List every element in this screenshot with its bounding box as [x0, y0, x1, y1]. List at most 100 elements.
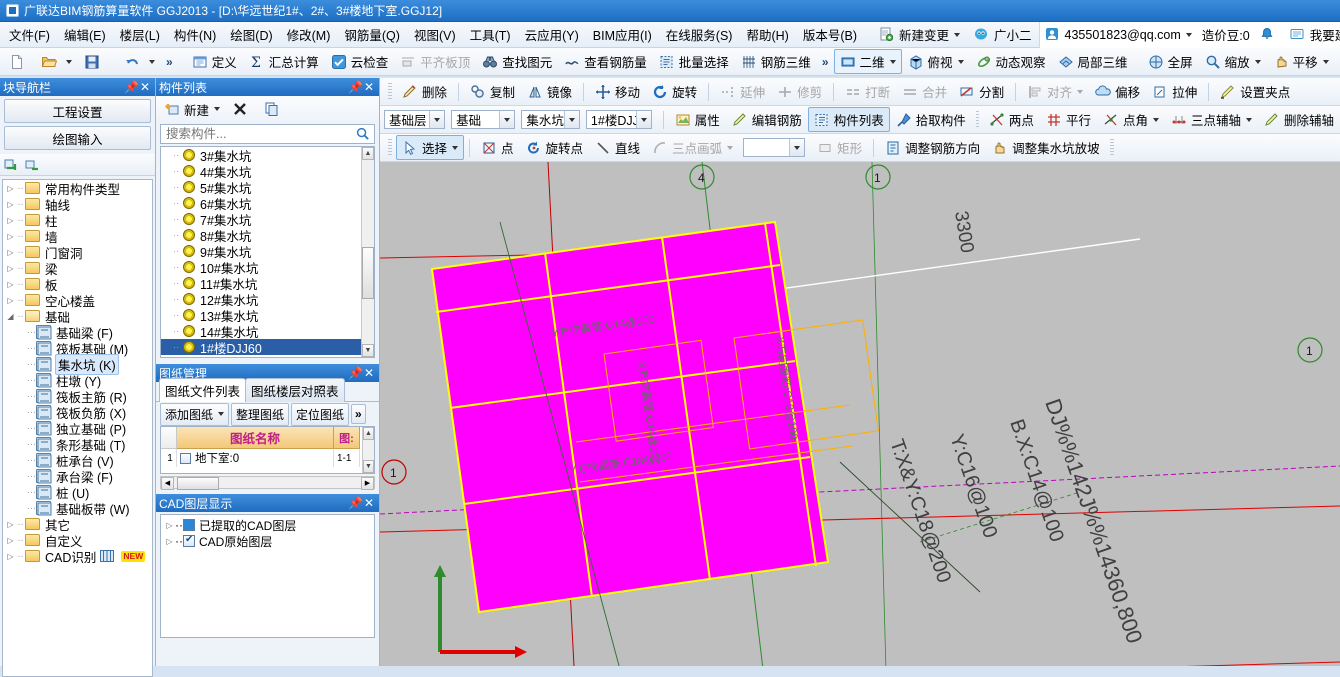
- line-button[interactable]: 直线: [589, 135, 646, 160]
- point-angle-button[interactable]: 点角: [1097, 107, 1165, 132]
- expand-arrow-icon[interactable]: ▷: [5, 216, 16, 225]
- select-chevron-down-icon[interactable]: [452, 145, 459, 150]
- component-name-combo-chevron-down-icon[interactable]: [635, 111, 651, 128]
- screen-rotate-button[interactable]: 屏幕旋转: [1335, 49, 1340, 74]
- search-icon[interactable]: [355, 126, 371, 142]
- summary-calc-button[interactable]: Σ 汇总计算: [243, 49, 325, 74]
- project-settings-button[interactable]: 工程设置: [4, 99, 151, 123]
- nav-tree-item[interactable]: ▷ ·· 空心楼盖: [3, 292, 152, 309]
- nav-tree-item[interactable]: ▷ ·· 柱: [3, 212, 152, 229]
- nav-tree-item[interactable]: ▷ ·· CAD识别 NEW: [3, 548, 152, 565]
- notification-item[interactable]: [1255, 23, 1285, 47]
- menu-modify[interactable]: 修改(M): [280, 21, 338, 48]
- list-item[interactable]: ·· 8#集水坑: [161, 227, 361, 244]
- view-2d-button[interactable]: 二维: [833, 49, 902, 74]
- zoom-chevron-down-icon[interactable]: [1254, 59, 1261, 64]
- top-view-button[interactable]: 俯视: [902, 49, 970, 74]
- menu-floor[interactable]: 楼层(L): [113, 21, 167, 48]
- set-grip-button[interactable]: 设置夹点: [1214, 79, 1296, 104]
- expand-arrow-icon[interactable]: ▷: [5, 296, 16, 305]
- hscroll-right-icon[interactable]: ▶: [361, 477, 374, 490]
- zoom-button[interactable]: 缩放: [1199, 49, 1267, 74]
- copy-component-button[interactable]: [260, 99, 288, 119]
- new-component-button[interactable]: 新建: [160, 98, 224, 121]
- tab-drawing-floor-map[interactable]: 图纸楼层对照表: [245, 378, 345, 402]
- scroll-up-icon[interactable]: ▲: [362, 147, 374, 160]
- menu-file[interactable]: 文件(F): [2, 21, 57, 48]
- three-point-arc-chevron-down-icon[interactable]: [727, 145, 734, 150]
- list-item[interactable]: ·· 13#集水坑: [161, 307, 361, 324]
- pan-chevron-down-icon[interactable]: [1322, 59, 1329, 64]
- draw-mode-chevron-down-icon[interactable]: [789, 139, 805, 156]
- nav-tree-item[interactable]: ··· 基础板带 (W): [3, 500, 152, 517]
- align-slab-top-button[interactable]: 平齐板顶: [394, 49, 476, 74]
- coin-item[interactable]: 造价豆:0: [1197, 21, 1255, 48]
- menu-tools[interactable]: 工具(T): [463, 21, 518, 48]
- floor-combo[interactable]: 基础层: [384, 110, 446, 129]
- two-point-button[interactable]: 两点: [983, 107, 1040, 132]
- search-input[interactable]: [164, 126, 355, 142]
- list-item[interactable]: ·· 3#集水坑: [161, 147, 361, 164]
- scroll-thumb[interactable]: [362, 247, 374, 299]
- property-button[interactable]: 属性: [669, 107, 726, 132]
- nav-tree-item[interactable]: ▷ ·· 门窗洞: [3, 244, 152, 261]
- undo-button[interactable]: [118, 51, 161, 73]
- new-component-chevron-down-icon[interactable]: [214, 107, 221, 111]
- fullscreen-button[interactable]: 全屏: [1142, 49, 1199, 74]
- drawing-pin-icon[interactable]: 📌: [348, 366, 363, 380]
- expand-arrow-icon[interactable]: ▷: [5, 232, 16, 241]
- organize-drawing-button[interactable]: 整理图纸: [231, 402, 290, 426]
- category-combo-chevron-down-icon[interactable]: [499, 111, 515, 128]
- find-element-button[interactable]: 查找图元: [476, 49, 558, 74]
- chevron-down-icon[interactable]: [954, 32, 961, 37]
- list-item[interactable]: ·· 7#集水坑: [161, 211, 361, 228]
- top-view-chevron-down-icon[interactable]: [957, 59, 964, 64]
- open-chevron-down-icon[interactable]: [66, 59, 72, 64]
- component-search-row[interactable]: [160, 124, 375, 144]
- scroll-down-icon[interactable]: ▼: [362, 344, 374, 357]
- pick-component-button[interactable]: 拾取构件: [890, 107, 972, 132]
- toolbar-gripper-1[interactable]: [388, 82, 392, 101]
- delete-button[interactable]: 删除: [396, 79, 453, 104]
- batch-select-button[interactable]: 批量选择: [653, 49, 735, 74]
- new-file-button[interactable]: [3, 51, 35, 73]
- component-close-icon[interactable]: ✕: [362, 80, 376, 94]
- expand-arrow-icon[interactable]: ▷: [5, 520, 16, 529]
- save-button[interactable]: [78, 51, 110, 73]
- point-button[interactable]: 点: [475, 135, 520, 160]
- align-chevron-down-icon[interactable]: [1077, 89, 1084, 94]
- list-item[interactable]: ·· 10#集水坑: [161, 259, 361, 276]
- parallel-button[interactable]: 平行: [1040, 107, 1097, 132]
- list-item[interactable]: ·· 9#集水坑: [161, 243, 361, 260]
- locate-drawing-button[interactable]: 定位图纸: [291, 402, 350, 426]
- open-file-button[interactable]: [35, 51, 78, 73]
- cad-layer-tree[interactable]: ▷ ·· 已提取的CAD图层 ▷ ·· CAD原始图层: [160, 514, 375, 638]
- three-point-axis-button[interactable]: 三点辅轴: [1165, 107, 1258, 132]
- expand-all-icon[interactable]: [3, 157, 19, 173]
- drawing-scroll-down-icon[interactable]: ▼: [363, 460, 374, 473]
- menu-rebar-qty[interactable]: 钢筋量(Q): [337, 21, 407, 48]
- list-item[interactable]: ·· 11#集水坑: [161, 275, 361, 292]
- undo-chevron-down-icon[interactable]: [149, 59, 155, 64]
- cloud-check-button[interactable]: 云检查: [325, 49, 395, 74]
- toolbar-overflow-2[interactable]: »: [817, 55, 834, 69]
- menu-new-change[interactable]: 新建变更: [872, 21, 967, 48]
- cad-pin-icon[interactable]: 📌: [348, 496, 363, 510]
- view-rebar-qty-button[interactable]: 查看钢筋量: [558, 49, 653, 74]
- draw-input-button[interactable]: 绘图输入: [4, 126, 151, 150]
- expand-arrow-icon[interactable]: ◢: [5, 312, 16, 321]
- drawing-toolbar-overflow[interactable]: »: [351, 404, 366, 424]
- menu-component[interactable]: 构件(N): [167, 21, 223, 48]
- delete-axis-button[interactable]: 删除辅轴: [1258, 107, 1340, 132]
- mirror-button[interactable]: 镜像: [521, 79, 578, 104]
- cad-canvas[interactable]: 41 14 11 3300 DJ%%142J%%14360,800 B.X:C1…: [380, 162, 1340, 666]
- three-point-axis-chevron-down-icon[interactable]: [1245, 117, 1252, 122]
- rotate-button[interactable]: 旋转: [646, 79, 703, 104]
- orbit-button[interactable]: 动态观察: [970, 49, 1052, 74]
- hscroll-thumb[interactable]: [177, 477, 219, 490]
- adjust-rebar-direction-button[interactable]: 调整钢筋方向: [879, 135, 986, 160]
- component-list[interactable]: ·· 3#集水坑 ·· 4#集水坑 ·· 5#集水坑 ·· 6#集水坑 ·· 7#集水坑 ·· 8#集…: [160, 146, 375, 358]
- split-button[interactable]: 分割: [953, 79, 1010, 104]
- suggest-item[interactable]: 我要建议: [1285, 21, 1340, 48]
- menu-online-service[interactable]: 在线服务(S): [659, 21, 740, 48]
